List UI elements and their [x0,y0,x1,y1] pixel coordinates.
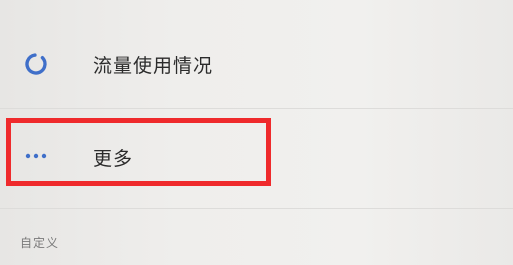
divider [0,208,513,209]
data-usage-icon [18,46,54,82]
divider [0,108,513,109]
settings-screen: 流量使用情况 更多 自定义 [0,0,513,265]
settings-item-label: 更多 [93,148,134,170]
settings-item-label: 流量使用情况 [93,55,214,77]
section-header: 自定义 [20,236,60,250]
more-dots-icon [18,138,54,174]
settings-item-more[interactable]: 更多 [0,118,513,194]
settings-item-data-usage[interactable]: 流量使用情况 [0,32,513,96]
